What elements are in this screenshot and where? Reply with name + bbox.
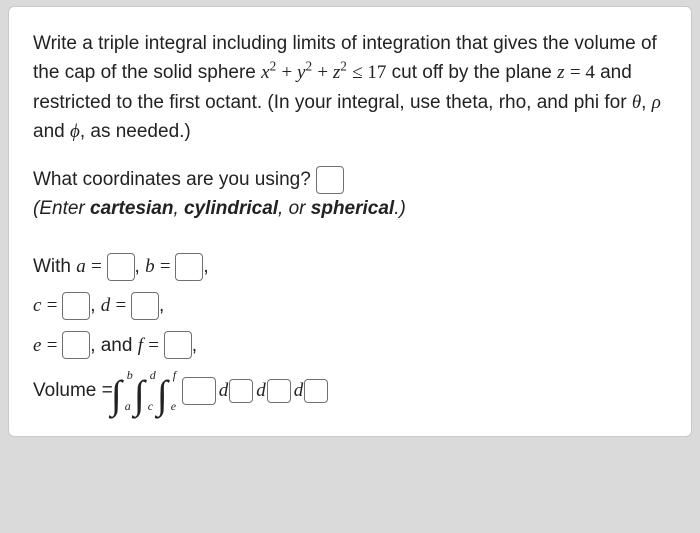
opt-cylindrical: cylindrical <box>184 198 278 219</box>
hint-post: .) <box>394 198 406 219</box>
with-label: With <box>33 256 76 277</box>
int2-bot: c <box>148 397 153 416</box>
plus: + <box>282 62 297 83</box>
input-d3[interactable] <box>304 379 328 403</box>
exp: 2 <box>305 59 312 74</box>
eq: = <box>116 295 131 316</box>
opt-cartesian: cartesian <box>90 198 173 219</box>
coords-input[interactable] <box>316 166 344 194</box>
plane-val: 4 <box>585 62 595 83</box>
coords-question-row: What coordinates are you using? <box>33 165 667 194</box>
exp: 2 <box>270 59 277 74</box>
input-b[interactable] <box>175 253 203 281</box>
comma: , <box>192 335 197 356</box>
input-d[interactable] <box>131 292 159 320</box>
and: and <box>33 121 70 142</box>
var-d: d <box>101 295 111 316</box>
opt-spherical: spherical <box>311 198 394 219</box>
eq: = <box>47 295 62 316</box>
int2-top: d <box>150 366 156 385</box>
problem-statement: Write a triple integral including limits… <box>33 29 667 147</box>
var-f: f <box>138 335 143 356</box>
d3-label: d <box>294 376 304 405</box>
eq: = <box>91 256 106 277</box>
text: cut off by the plane <box>392 62 558 83</box>
theta: θ <box>632 92 641 113</box>
hint-pre: (Enter <box>33 198 90 219</box>
rho: ρ <box>652 92 661 113</box>
sep: , <box>173 198 184 219</box>
plus: + <box>317 62 332 83</box>
eq: = <box>148 335 163 356</box>
integral-3-icon: ∫ f e <box>159 370 181 412</box>
volume-label: Volume = <box>33 376 113 405</box>
rhs: 17 <box>367 62 386 83</box>
eq: = <box>47 335 62 356</box>
var-e: e <box>33 335 41 356</box>
limits-row-cd: c = , d = , <box>33 291 667 320</box>
var-a: a <box>76 256 86 277</box>
input-d1[interactable] <box>229 379 253 403</box>
text: , as needed.) <box>80 121 191 142</box>
triple-integral: ∫ b a ∫ d c ∫ f e <box>113 370 182 412</box>
input-c[interactable] <box>62 292 90 320</box>
input-e[interactable] <box>62 331 90 359</box>
input-integrand[interactable] <box>182 377 216 405</box>
eq: = <box>570 62 585 83</box>
integral-2-icon: ∫ d c <box>136 370 158 412</box>
comma: , <box>159 295 164 316</box>
eq: = <box>160 256 175 277</box>
comma: , <box>90 295 101 316</box>
exp: 2 <box>340 59 347 74</box>
integral-1-icon: ∫ b a <box>113 370 135 412</box>
problem-card: Write a triple integral including limits… <box>8 6 692 437</box>
int1-top: b <box>127 366 133 385</box>
leq: ≤ <box>352 62 367 83</box>
phi: ϕ <box>70 121 80 142</box>
input-d2[interactable] <box>267 379 291 403</box>
sep: , or <box>278 198 311 219</box>
coords-question: What coordinates are you using? <box>33 169 316 190</box>
int1-bot: a <box>125 397 131 416</box>
d2-label: d <box>256 376 266 405</box>
int3-bot: e <box>171 397 176 416</box>
limits-row-ab: With a = , b = , <box>33 252 667 281</box>
comma: , <box>203 256 208 277</box>
input-a[interactable] <box>107 253 135 281</box>
limits-row-ef: e = , and f = , <box>33 331 667 360</box>
and: , and <box>90 335 138 356</box>
var-x: x <box>261 62 269 83</box>
d1-label: d <box>219 376 229 405</box>
comma: , <box>641 92 652 113</box>
var-c: c <box>33 295 41 316</box>
var-z: z <box>557 62 564 83</box>
coords-hint: (Enter cartesian, cylindrical, or spheri… <box>33 194 667 223</box>
volume-row: Volume = ∫ b a ∫ d c ∫ f e d d d <box>33 370 667 412</box>
int3-top: f <box>173 366 176 385</box>
var-b: b <box>145 256 155 277</box>
comma: , <box>135 256 146 277</box>
input-f[interactable] <box>164 331 192 359</box>
